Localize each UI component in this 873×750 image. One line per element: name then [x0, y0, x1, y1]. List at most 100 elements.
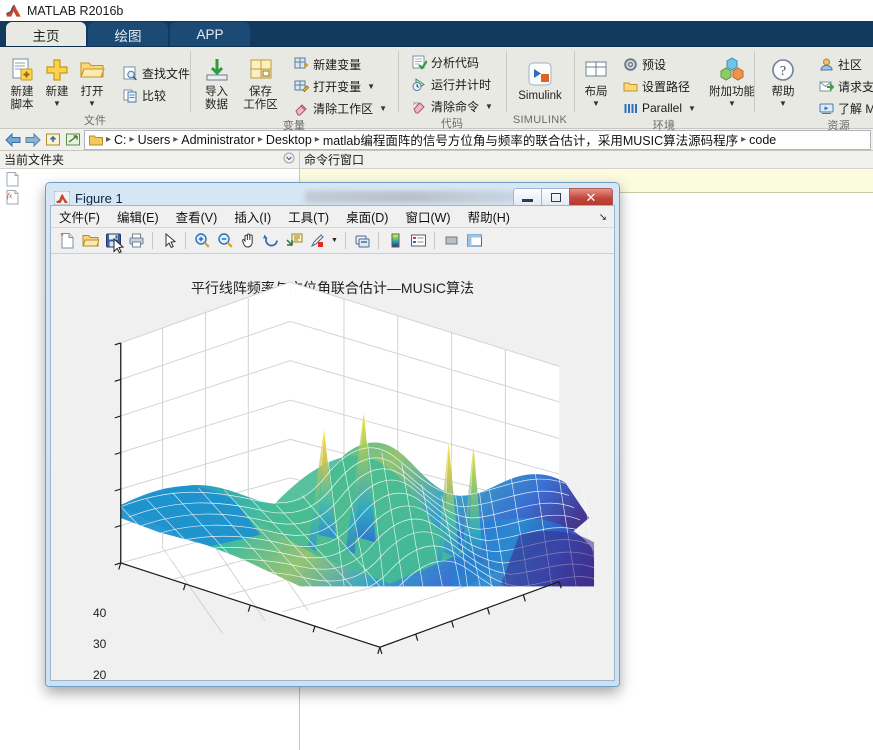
breadcrumb-item-3[interactable]: Desktop	[266, 133, 312, 147]
figure-window[interactable]: Figure 1 ✕ 文件(F) 编辑(E) 查看(V) 插入(I) 工具(T)…	[45, 182, 620, 687]
menubar-overflow-icon[interactable]: ↘	[599, 212, 607, 223]
add-ons-icon	[717, 55, 747, 85]
menu-edit[interactable]: 编辑(E)	[117, 207, 159, 226]
parallel-button[interactable]: Parallel ▼	[617, 98, 701, 118]
new-script-label1: 新建	[10, 86, 34, 98]
clear-commands-button[interactable]: >> 清除命令 ▼	[406, 96, 498, 116]
zoom-out-icon[interactable]	[214, 230, 236, 252]
up-folder-icon[interactable]	[44, 131, 62, 149]
new-icon	[42, 55, 72, 85]
simulink-label: Simulink	[518, 90, 562, 102]
run-and-time-button[interactable]: 运行并计时	[406, 74, 498, 94]
simulink-button[interactable]: Simulink	[512, 55, 568, 104]
help-question-icon: ?	[768, 55, 798, 85]
breadcrumb-sep: ▸	[129, 134, 135, 145]
forward-arrow-icon[interactable]	[24, 131, 42, 149]
chevron-down-icon[interactable]	[283, 152, 295, 167]
new-script-button[interactable]: 新建 脚本	[6, 51, 38, 113]
breadcrumb-item-5[interactable]: code	[749, 133, 776, 147]
breadcrumb-item-0[interactable]: C:	[114, 133, 127, 147]
clear-workspace-button[interactable]: 清除工作区 ▼	[288, 98, 392, 118]
link-plot-icon[interactable]	[351, 230, 373, 252]
folder-icon	[89, 134, 103, 146]
save-workspace-button[interactable]: 保存 工作区	[240, 51, 281, 113]
open-label1: 打开	[80, 86, 104, 98]
command-window-header: 命令行窗口	[300, 151, 873, 169]
new-button[interactable]: 新建 ▼	[41, 51, 73, 109]
figure-toolbar: ▼	[51, 228, 614, 254]
new-label1: 新建	[45, 86, 69, 98]
breadcrumb-item-2[interactable]: Administrator	[181, 133, 255, 147]
community-label: 社区	[838, 57, 863, 72]
new-variable-button[interactable]: 新建变量	[288, 54, 392, 74]
new-figure-icon[interactable]	[56, 230, 78, 252]
import-data-button[interactable]: 导入 数据	[196, 51, 237, 113]
find-files-button[interactable]: 查找文件	[117, 63, 195, 83]
menu-view[interactable]: 查看(V)	[176, 207, 218, 226]
breadcrumb-item-1[interactable]: Users	[138, 133, 171, 147]
compare-icon	[122, 87, 138, 103]
layout-button[interactable]: 布局 ▼	[580, 51, 612, 109]
ribbon-group-file-title: 文件	[83, 115, 107, 127]
data-cursor-icon[interactable]	[283, 230, 305, 252]
learn-matlab-label: 了解 MATLAB	[838, 101, 873, 116]
request-support-label: 请求支持	[838, 79, 873, 94]
legend-icon[interactable]	[407, 230, 429, 252]
import-data-label2: 数据	[205, 99, 229, 111]
m-file-icon: fx	[6, 190, 19, 208]
pan-icon[interactable]	[237, 230, 259, 252]
analyze-code-button[interactable]: 分析代码	[406, 52, 498, 72]
run-and-time-icon	[411, 76, 427, 92]
preferences-gear-icon	[622, 56, 638, 72]
menu-desktop[interactable]: 桌面(D)	[346, 207, 388, 226]
tab-home[interactable]: 主页	[6, 22, 86, 47]
app-titlebar: MATLAB R2016b	[0, 0, 873, 21]
run-and-time-label: 运行并计时	[431, 77, 492, 92]
clear-workspace-label: 清除工作区	[313, 101, 374, 116]
community-button[interactable]: 社区	[813, 54, 873, 74]
chevron-down-icon: ▼	[727, 99, 736, 108]
zoom-in-icon[interactable]	[191, 230, 213, 252]
brush-dropdown-caret[interactable]: ▼	[329, 230, 340, 252]
clear-workspace-icon	[293, 100, 309, 116]
tab-apps[interactable]: APP	[170, 22, 250, 47]
compare-button[interactable]: 比较	[117, 85, 195, 105]
toolbar-separator	[152, 232, 153, 249]
preferences-button[interactable]: 预设	[617, 54, 701, 74]
open-file-icon[interactable]	[79, 230, 101, 252]
help-button[interactable]: ? 帮助 ▼	[760, 51, 806, 109]
brush-icon[interactable]	[306, 230, 328, 252]
ribbon-group-environment: 布局 ▼ 预设 设置路径 Parallel ▼ 附加功能 ▼ 环境	[574, 47, 756, 132]
ribbon-group-variable: 导入 数据 保存 工作区 新建变量 打开变量 ▼ 清除工作区 ▼ 变量	[190, 47, 398, 132]
request-support-button[interactable]: 请求支持	[813, 76, 873, 96]
hide-plot-tools-icon[interactable]	[440, 230, 462, 252]
ribbon-group-resources-title: 资源	[827, 120, 851, 132]
figure-plot-canvas[interactable]: 平行线阵频率与方位角联合估计—MUSIC算法 40 30 20	[51, 254, 614, 680]
back-arrow-icon[interactable]	[4, 131, 22, 149]
menu-insert[interactable]: 插入(I)	[234, 207, 271, 226]
tab-plots[interactable]: 绘图	[88, 22, 168, 47]
find-files-label: 查找文件	[142, 66, 191, 81]
chevron-down-icon: ▼	[779, 99, 787, 108]
open-button[interactable]: 打开 ▼	[76, 51, 108, 109]
show-plot-tools-icon[interactable]	[463, 230, 485, 252]
chevron-down-icon: ▼	[367, 81, 375, 91]
learn-matlab-button[interactable]: 了解 MATLAB	[813, 98, 873, 118]
menu-window[interactable]: 窗口(W)	[405, 207, 450, 226]
menu-file[interactable]: 文件(F)	[59, 207, 100, 226]
set-path-button[interactable]: 设置路径	[617, 76, 701, 96]
print-figure-icon[interactable]	[125, 230, 147, 252]
browse-folder-icon[interactable]	[64, 131, 82, 149]
menu-tools[interactable]: 工具(T)	[288, 207, 329, 226]
ribbon-group-simulink-title: SIMULINK	[512, 114, 568, 126]
svg-text:>>: >>	[413, 101, 419, 107]
add-ons-button[interactable]: 附加功能 ▼	[708, 51, 756, 109]
z-tick-label-40: 40	[93, 606, 107, 620]
breadcrumb-sep: ▸	[314, 134, 320, 145]
pointer-select-icon[interactable]	[158, 230, 180, 252]
menu-help[interactable]: 帮助(H)	[468, 207, 510, 226]
open-variable-button[interactable]: 打开变量 ▼	[288, 76, 392, 96]
close-icon: ✕	[585, 189, 597, 205]
colorbar-icon[interactable]	[384, 230, 406, 252]
rotate-3d-icon[interactable]	[260, 230, 282, 252]
